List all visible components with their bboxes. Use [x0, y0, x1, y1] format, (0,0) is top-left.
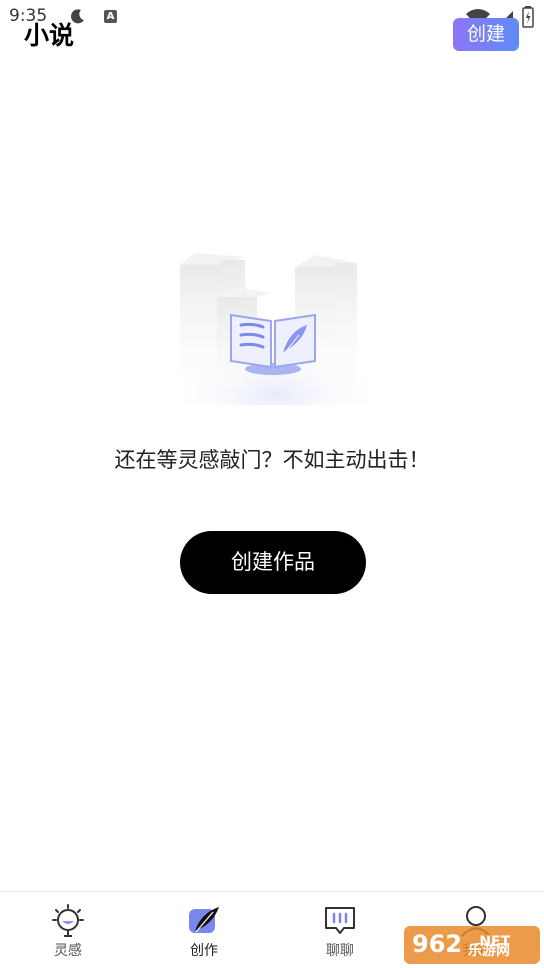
- quill-icon: [189, 907, 219, 933]
- chat-icon: [325, 907, 355, 934]
- watermark-text: 乐游网: [468, 943, 510, 959]
- create-button[interactable]: 创建: [453, 18, 519, 51]
- accessibility-a-icon: A: [104, 10, 117, 23]
- empty-state-message: 还在等灵感敲门？不如主动出击！: [114, 448, 430, 472]
- create-work-button[interactable]: 创建作品: [180, 531, 366, 594]
- page-title: 小说: [24, 21, 75, 50]
- lightbulb-icon: [52, 904, 84, 937]
- nav-item-inspiration[interactable]: 灵感: [0, 892, 136, 968]
- battery-icon: [522, 6, 534, 28]
- nav-item-create[interactable]: 创作: [136, 892, 272, 968]
- nav-item-chat[interactable]: 聊聊: [272, 892, 408, 968]
- empty-book-illustration: [165, 253, 385, 405]
- nav-label-create: 创作: [190, 943, 218, 959]
- nav-label-chat: 聊聊: [326, 943, 354, 959]
- screen: 9:35 A 小说 创建 还在等灵感敲门？不如主动出击！ 创建作品 灵感 创作 …: [0, 0, 544, 968]
- svg-text:962: 962: [412, 930, 462, 958]
- nav-label-inspiration: 灵感: [54, 943, 82, 959]
